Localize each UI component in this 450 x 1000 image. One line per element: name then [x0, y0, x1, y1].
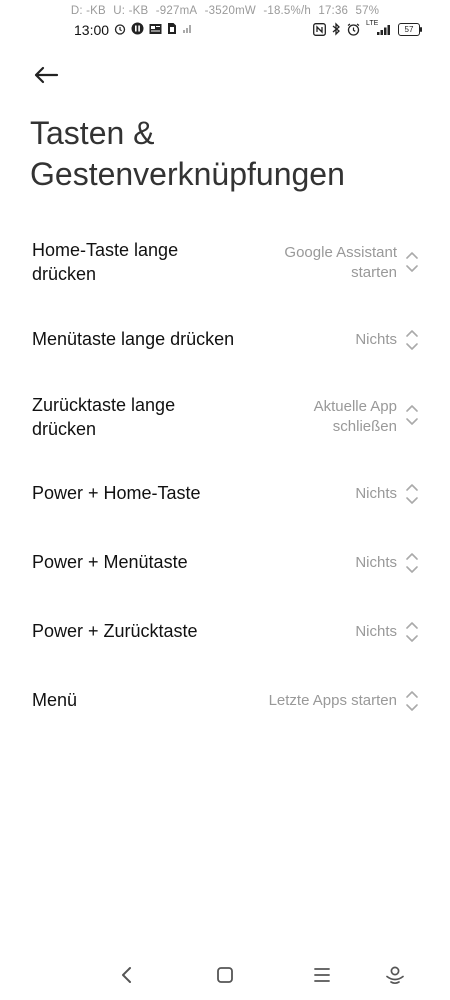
chevron-updown-icon — [406, 691, 418, 711]
setting-label: Power + Zurücktaste — [32, 621, 198, 641]
setting-value: Aktuelle App schließen — [313, 398, 397, 435]
chevron-updown-icon — [406, 484, 418, 504]
nav-assistant-icon — [386, 966, 404, 985]
nav-home-icon — [217, 967, 233, 983]
app-icon — [131, 22, 144, 35]
upload-speed: U: -KB — [113, 5, 149, 17]
setting-value: Google Assistant starten — [284, 244, 397, 281]
setting-label: Power + Menütaste — [32, 552, 188, 572]
status-bar: D: -KB U: -KB -927mA -3520mW -18.5%/h 17… — [0, 0, 450, 44]
setting-label: Menü — [32, 690, 78, 710]
battery-level: 57 — [404, 24, 414, 34]
setting-value: Nichts — [355, 554, 397, 571]
setting-row-menu-long-press[interactable]: Menütaste lange drücken Nichts — [0, 327, 450, 353]
lte-signal-icon: LTE — [366, 20, 392, 36]
setting-value: Letzte Apps starten — [268, 692, 397, 709]
setting-row-menu[interactable]: Menü Letzte Apps starten — [0, 688, 450, 714]
setting-value: Nichts — [355, 485, 397, 502]
status-right-icons: LTE 57 — [313, 20, 422, 36]
alarm-icon — [114, 23, 126, 35]
nfc-icon — [313, 22, 326, 36]
setting-row-power-home[interactable]: Power + Home-Taste Nichts — [0, 481, 450, 507]
sim-icon — [167, 22, 177, 35]
setting-row-power-menu[interactable]: Power + Menütaste Nichts — [0, 550, 450, 576]
developer-stats-line: D: -KB U: -KB -927mA -3520mW -18.5%/h 17… — [0, 5, 450, 17]
battery-percent: 57% — [355, 5, 380, 17]
nav-recents-button[interactable] — [306, 959, 338, 991]
news-icon — [149, 23, 162, 35]
setting-label: Menütaste lange drücken — [32, 329, 235, 349]
nav-home-button[interactable] — [209, 959, 241, 991]
chevron-updown-icon — [406, 252, 418, 272]
chevron-updown-icon — [406, 553, 418, 573]
alarm-icon — [347, 23, 360, 36]
signal-small-icon — [182, 24, 192, 34]
setting-value: Nichts — [355, 331, 397, 348]
clock-secondary: 17:36 — [318, 5, 349, 17]
setting-row-home-long-press[interactable]: Home-Taste lange drücken Google Assistan… — [0, 240, 450, 290]
status-left-icons — [114, 22, 192, 35]
navigation-bar — [0, 955, 450, 995]
battery-drain-rate: -18.5%/h — [263, 5, 311, 17]
status-time: 13:00 — [74, 22, 110, 38]
download-speed: D: -KB — [70, 5, 106, 17]
page-title: Tasten & Gestenverknüpfungen — [30, 115, 345, 192]
setting-label: Home-Taste lange drücken — [32, 240, 179, 284]
back-arrow-icon — [34, 66, 59, 84]
current-draw: -927mA — [155, 5, 198, 17]
setting-label: Zurücktaste lange drücken — [32, 395, 176, 439]
setting-label: Power + Home-Taste — [32, 483, 201, 503]
nav-back-button[interactable] — [111, 959, 143, 991]
nav-assistant-button[interactable] — [379, 959, 411, 991]
chevron-updown-icon — [406, 622, 418, 642]
chevron-updown-icon — [406, 330, 418, 350]
nav-back-icon — [122, 967, 131, 983]
chevron-updown-icon — [406, 405, 418, 425]
back-button[interactable] — [30, 60, 62, 90]
setting-row-back-long-press[interactable]: Zurücktaste lange drücken Aktuelle App s… — [0, 393, 450, 443]
battery-icon: 57 — [398, 22, 422, 36]
nav-recents-icon — [314, 968, 330, 982]
setting-value: Nichts — [355, 623, 397, 640]
setting-row-power-back[interactable]: Power + Zurücktaste Nichts — [0, 619, 450, 645]
bluetooth-icon — [332, 22, 341, 36]
power-draw: -3520mW — [204, 5, 256, 17]
